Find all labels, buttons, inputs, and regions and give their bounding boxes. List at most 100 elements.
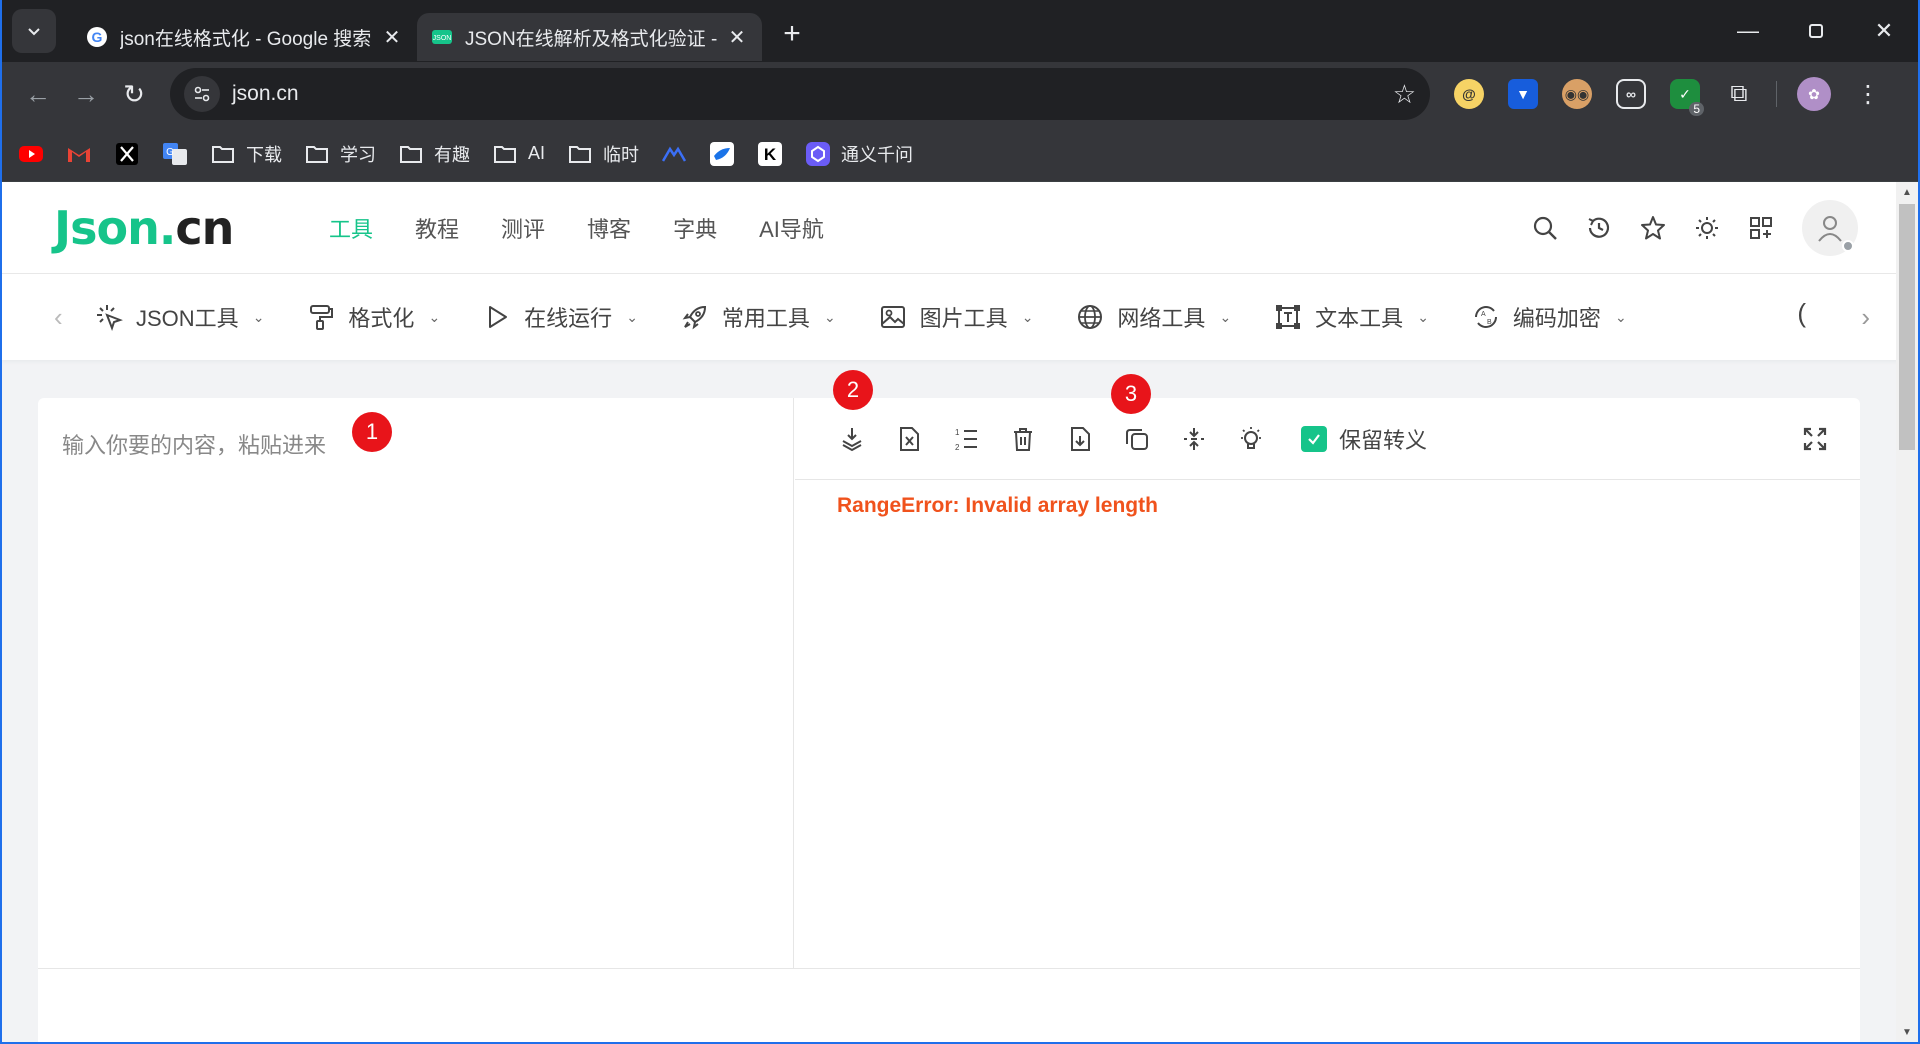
- tab-title: JSON在线解析及格式化验证 - J: [465, 28, 718, 50]
- nav-item-tools[interactable]: 工具: [329, 212, 373, 244]
- apps-grid-icon[interactable]: [1734, 201, 1788, 255]
- bookmark-tongyi[interactable]: 通义千问: [805, 141, 913, 167]
- maximize-icon[interactable]: [1782, 0, 1850, 62]
- bookmark-youtube[interactable]: [18, 142, 44, 166]
- bookmark-x[interactable]: [114, 142, 140, 166]
- main-nav: 工具 教程 测评 博客 字典 AI导航: [329, 212, 866, 244]
- folder-icon: [567, 142, 593, 166]
- bookmarks-bar: G 下载 学习 有趣 AI 临时 K 通义千问: [2, 126, 1918, 182]
- tab-title: json在线格式化 - Google 搜索: [120, 28, 372, 50]
- user-avatar[interactable]: [1802, 200, 1858, 256]
- nav-item-dictionary[interactable]: 字典: [673, 212, 717, 244]
- json-favicon-icon: JSON: [431, 26, 453, 48]
- bookmark-label: AI: [528, 143, 546, 163]
- bookmark-folder-fun[interactable]: 有趣: [398, 141, 470, 167]
- download-file-icon[interactable]: [1063, 422, 1097, 456]
- reload-icon[interactable]: ↻: [110, 70, 158, 118]
- bookmark-label: 学习: [340, 144, 376, 165]
- nav-item-ai-nav[interactable]: AI导航: [759, 212, 824, 244]
- translate-icon: G: [162, 142, 188, 166]
- glasses-extension-icon[interactable]: ∞: [1604, 70, 1658, 118]
- extension-at-icon[interactable]: @: [1442, 70, 1496, 118]
- ordered-list-icon[interactable]: 12: [949, 422, 983, 456]
- category-label: 编码加密: [1512, 306, 1601, 331]
- bookmark-bird[interactable]: [709, 141, 735, 166]
- bookmark-folder-temp[interactable]: 临时: [567, 141, 639, 167]
- search-icon[interactable]: [1518, 201, 1572, 255]
- close-icon[interactable]: ✕: [381, 26, 403, 49]
- keep-escape-checkbox[interactable]: [1301, 425, 1327, 452]
- forward-icon[interactable]: →: [62, 70, 110, 118]
- bookmark-mountain[interactable]: [661, 142, 687, 166]
- error-message: RangeError: Invalid array length: [837, 494, 1158, 517]
- bookmark-star-icon[interactable]: ☆: [1393, 79, 1416, 110]
- chevron-down-icon: ⌄: [252, 308, 265, 325]
- input-pane[interactable]: 输入你要的内容，粘贴进来 1: [38, 398, 794, 968]
- nav-item-tutorials[interactable]: 教程: [415, 212, 459, 244]
- menu-kebab-icon[interactable]: ⋮: [1841, 70, 1895, 118]
- nav-item-reviews[interactable]: 测评: [501, 212, 545, 244]
- scrollbar-thumb[interactable]: [1899, 204, 1915, 450]
- gmail-icon: [66, 142, 92, 166]
- bitwarden-icon[interactable]: ▼: [1496, 70, 1550, 118]
- play-icon: [482, 302, 512, 332]
- category-common-tools[interactable]: 常用工具 ⌄: [680, 301, 836, 333]
- profile-avatar-icon[interactable]: ✿: [1787, 70, 1841, 118]
- chevron-right-icon[interactable]: ›: [1861, 302, 1870, 333]
- category-partial[interactable]: (: [1797, 298, 1806, 329]
- annotation-marker-2: 2: [833, 370, 873, 410]
- bookmark-folder-download[interactable]: 下载: [210, 141, 282, 167]
- close-icon[interactable]: ✕: [726, 26, 748, 49]
- fullscreen-icon[interactable]: [1798, 422, 1832, 456]
- folder-icon: [492, 142, 518, 166]
- category-label: 文本工具: [1315, 306, 1404, 331]
- bookmark-gmail[interactable]: [66, 142, 92, 166]
- category-text-tools[interactable]: 文本工具 ⌄: [1273, 301, 1429, 333]
- toolbar-divider: [1776, 81, 1777, 107]
- tab-json-cn[interactable]: JSON JSON在线解析及格式化验证 - J ✕: [417, 13, 762, 61]
- bookmark-label: 有趣: [434, 144, 470, 165]
- tab-search-button[interactable]: [12, 9, 56, 53]
- browser-window: G json在线格式化 - Google 搜索 ✕ JSON JSON在线解析及…: [0, 0, 1920, 1044]
- back-icon[interactable]: ←: [14, 70, 62, 118]
- extensions-puzzle-icon[interactable]: ⧉: [1712, 70, 1766, 118]
- minimize-icon[interactable]: —: [1714, 0, 1782, 62]
- google-icon: G: [86, 26, 108, 48]
- bookmark-k[interactable]: K: [757, 141, 783, 166]
- keep-escape-toggle[interactable]: 保留转义: [1301, 423, 1427, 455]
- layers-icon[interactable]: [835, 422, 869, 456]
- favorite-star-icon[interactable]: [1626, 201, 1680, 255]
- category-encoding[interactable]: AB 编码加密 ⌄: [1471, 301, 1627, 333]
- scroll-down-icon[interactable]: ▼: [1896, 1022, 1918, 1042]
- category-run-online[interactable]: 在线运行 ⌄: [482, 301, 638, 333]
- shield-extension-icon[interactable]: ✓ 5: [1658, 70, 1712, 118]
- bookmark-folder-study[interactable]: 学习: [304, 141, 376, 167]
- trash-icon[interactable]: [1006, 422, 1040, 456]
- category-json-tools[interactable]: JSON工具 ⌄: [94, 301, 264, 333]
- chevron-left-icon[interactable]: ‹: [54, 302, 94, 333]
- compress-icon[interactable]: [1177, 422, 1211, 456]
- new-tab-button[interactable]: +: [772, 14, 812, 54]
- mountain-icon: [661, 142, 687, 166]
- category-network-tools[interactable]: 网络工具 ⌄: [1075, 301, 1231, 333]
- scroll-up-icon[interactable]: ▲: [1896, 182, 1918, 202]
- nav-item-blog[interactable]: 博客: [587, 212, 631, 244]
- bookmark-translate[interactable]: G: [162, 142, 188, 166]
- site-info-icon[interactable]: [184, 76, 220, 112]
- category-format[interactable]: 格式化 ⌄: [306, 301, 440, 333]
- category-image-tools[interactable]: 图片工具 ⌄: [878, 301, 1033, 333]
- tab-google-search[interactable]: G json在线格式化 - Google 搜索 ✕: [72, 13, 417, 61]
- close-window-icon[interactable]: ✕: [1850, 0, 1918, 62]
- address-bar[interactable]: json.cn ☆: [170, 68, 1430, 120]
- page-scrollbar[interactable]: ▲ ▼: [1896, 182, 1918, 1042]
- lightbulb-icon[interactable]: [1234, 422, 1268, 456]
- copy-icon[interactable]: [1120, 422, 1154, 456]
- site-logo[interactable]: Json.cn: [54, 201, 329, 255]
- theme-sun-icon[interactable]: [1680, 201, 1734, 255]
- bookmark-folder-ai[interactable]: AI: [492, 142, 545, 166]
- history-icon[interactable]: [1572, 201, 1626, 255]
- folder-icon: [398, 142, 424, 166]
- excel-file-icon[interactable]: [892, 422, 926, 456]
- owl-extension-icon[interactable]: ◉◉: [1550, 70, 1604, 118]
- keep-escape-label: 保留转义: [1339, 427, 1428, 453]
